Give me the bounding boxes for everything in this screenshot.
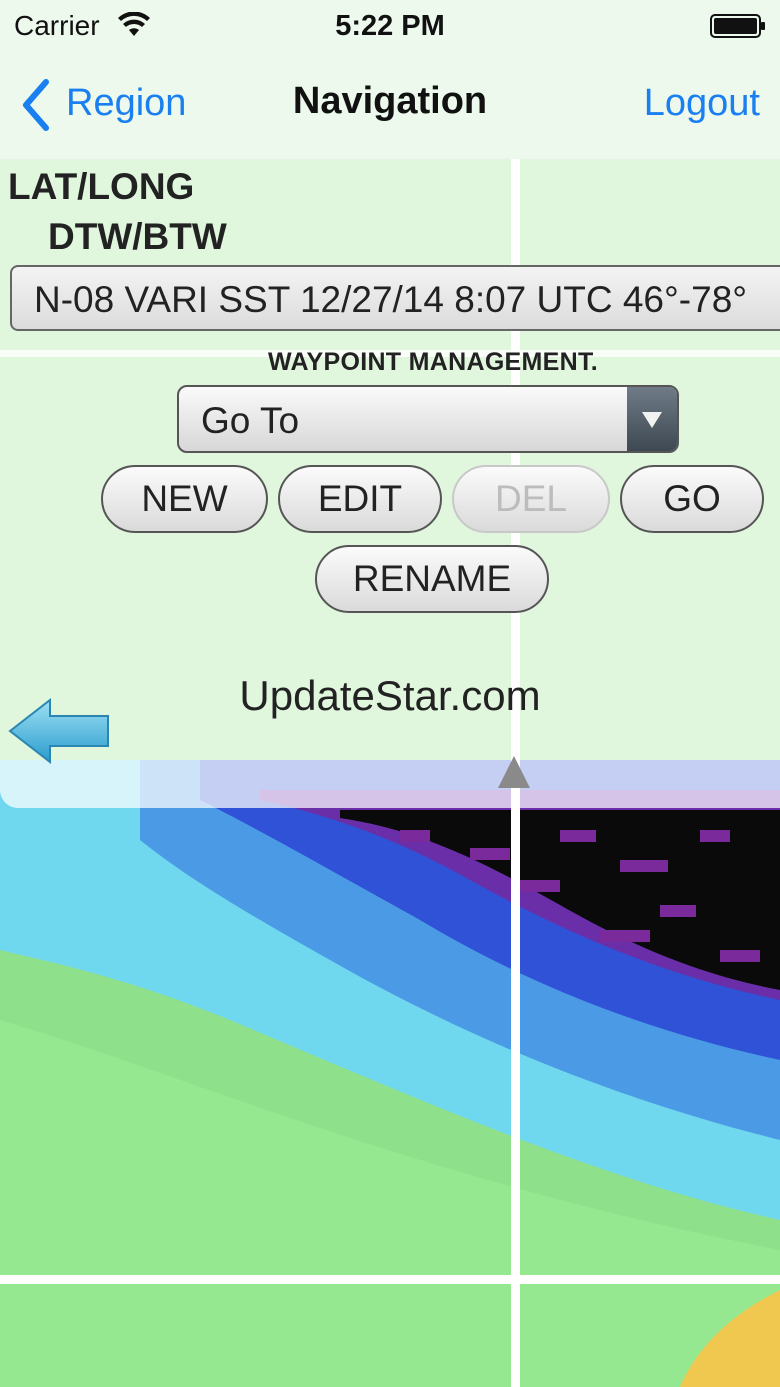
new-waypoint-button[interactable]: NEW [101, 465, 268, 533]
battery-icon [710, 14, 765, 38]
go-button[interactable]: GO [620, 465, 764, 533]
rename-waypoint-button[interactable]: RENAME [315, 545, 549, 613]
status-time: 5:22 PM [335, 10, 445, 42]
arrow-left-icon[interactable] [8, 698, 112, 764]
waypoint-select[interactable]: Go To [177, 385, 679, 453]
logout-button[interactable]: Logout [644, 82, 760, 125]
dropdown-button[interactable] [627, 387, 677, 451]
chevron-down-icon [642, 412, 662, 428]
map-info-text: N-08 VARI SST 12/27/14 8:07 UTC 46°-78° [34, 279, 748, 320]
waypoint-panel: LAT/LONG DTW/BTW N-08 VARI SST 12/27/14 … [0, 158, 780, 808]
status-bar: Carrier 5:22 PM [0, 0, 780, 56]
map-info-field: N-08 VARI SST 12/27/14 8:07 UTC 46°-78° [10, 265, 780, 331]
coord-mode-dtwbtw[interactable]: DTW/BTW [48, 216, 227, 258]
position-marker-icon [498, 756, 530, 788]
watermark-text: UpdateStar.com [239, 672, 541, 719]
waypoint-management-title: WAYPOINT MANAGEMENT. [267, 348, 599, 376]
coord-mode-latlong[interactable]: LAT/LONG [8, 166, 194, 208]
waypoint-select-value: Go To [201, 400, 300, 441]
edit-waypoint-button[interactable]: EDIT [278, 465, 442, 533]
navigation-bar: Region Navigation Logout [0, 56, 780, 159]
delete-waypoint-button[interactable]: DEL [452, 465, 610, 533]
